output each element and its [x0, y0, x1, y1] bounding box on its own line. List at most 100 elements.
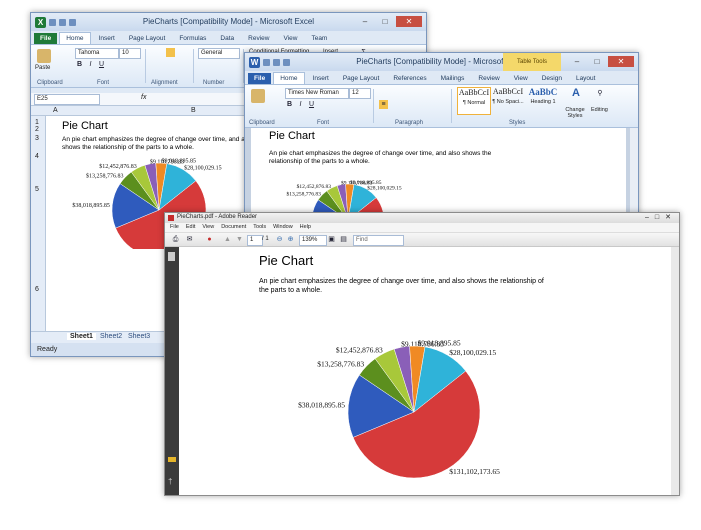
redo-icon[interactable] — [69, 18, 76, 26]
row-header[interactable]: 6 — [35, 286, 39, 293]
undo-icon[interactable] — [59, 18, 66, 26]
menu-file[interactable]: File — [170, 223, 179, 232]
fit-width-icon[interactable]: ▤ — [339, 235, 348, 244]
fit-page-icon[interactable]: ▣ — [327, 235, 336, 244]
align-left-icon[interactable]: ≡ — [379, 100, 388, 109]
bold-button[interactable]: B — [285, 100, 294, 109]
sheet-tab-2[interactable]: Sheet2 — [97, 333, 125, 340]
tab-home[interactable]: Home — [273, 72, 305, 84]
print-icon[interactable]: ⎙ — [171, 235, 180, 244]
group-font: Font — [97, 80, 110, 86]
column-header-b[interactable]: B — [191, 107, 196, 114]
row-header[interactable]: 4 — [35, 153, 39, 160]
sheet-tab-1[interactable]: Sheet1 — [67, 333, 96, 340]
menu-view[interactable]: View — [202, 223, 214, 232]
attachment-icon[interactable]: † — [168, 477, 172, 486]
close-button[interactable]: ✕ — [396, 16, 422, 27]
reader-app-icon[interactable] — [168, 215, 174, 221]
minimize-button[interactable]: – — [356, 16, 374, 27]
row-header[interactable]: 1 — [35, 119, 39, 126]
tab-file[interactable]: File — [34, 33, 58, 44]
tab-page-layout[interactable]: Page Layout — [123, 33, 172, 44]
tab-review[interactable]: Review — [242, 33, 275, 44]
redo-icon[interactable] — [283, 58, 290, 66]
menu-help[interactable]: Help — [300, 223, 311, 232]
close-button[interactable]: ✕ — [608, 56, 634, 67]
tab-references[interactable]: References — [387, 73, 432, 84]
italic-button[interactable]: I — [296, 100, 305, 109]
find-icon[interactable]: ⚲ — [594, 89, 606, 103]
tab-design[interactable]: Design — [536, 73, 568, 84]
menu-document[interactable]: Document — [221, 223, 246, 232]
column-header-a[interactable]: A — [53, 107, 58, 114]
excel-app-icon[interactable]: X — [35, 16, 46, 28]
email-icon[interactable]: ✉ — [185, 235, 194, 244]
tab-home[interactable]: Home — [59, 32, 91, 44]
wrap-text-icon[interactable] — [166, 48, 175, 57]
row-headers: 1 2 3 4 5 6 — [31, 116, 46, 331]
word-app-icon[interactable]: W — [249, 56, 260, 68]
style-heading-1[interactable]: AaBbC Heading 1 — [527, 87, 559, 113]
name-box[interactable]: E25 — [34, 94, 100, 105]
comment-icon[interactable] — [168, 457, 176, 462]
tab-insert[interactable]: Insert — [93, 33, 121, 44]
tab-mailings[interactable]: Mailings — [435, 73, 471, 84]
minimize-button[interactable]: – — [568, 56, 586, 67]
reader-menubar: File Edit View Document Tools Window Hel… — [165, 223, 679, 233]
find-input[interactable]: Find — [353, 235, 404, 246]
underline-button[interactable]: U — [307, 100, 316, 109]
style-normal[interactable]: AaBbCcI ¶ Normal — [457, 87, 491, 115]
font-size-select[interactable]: 10 — [119, 48, 141, 59]
font-name-select[interactable]: Times New Roman — [285, 88, 349, 99]
next-page-icon[interactable]: ▼ — [235, 235, 244, 244]
tab-view[interactable]: View — [277, 33, 303, 44]
sheet-tab-3[interactable]: Sheet3 — [125, 333, 153, 340]
paste-icon[interactable] — [37, 49, 51, 63]
paste-icon[interactable] — [251, 89, 265, 103]
maximize-button[interactable]: □ — [588, 56, 606, 67]
fx-icon[interactable]: fx — [141, 94, 146, 101]
window-controls[interactable]: –□✕ — [645, 213, 677, 221]
tab-insert[interactable]: Insert — [307, 73, 335, 84]
number-format-select[interactable]: General — [198, 48, 240, 59]
menu-tools[interactable]: Tools — [253, 223, 266, 232]
bold-button[interactable]: B — [75, 60, 84, 69]
tab-layout[interactable]: Layout — [570, 73, 602, 84]
italic-button[interactable]: I — [86, 60, 95, 69]
style-no-spacing[interactable]: AaBbCcI ¶ No Spaci... — [492, 87, 524, 113]
previous-page-icon[interactable]: ▲ — [223, 235, 232, 244]
zoom-in-icon[interactable]: ⊕ — [286, 235, 295, 244]
menu-window[interactable]: Window — [273, 223, 293, 232]
tab-team[interactable]: Team — [305, 33, 333, 44]
undo-icon[interactable] — [273, 58, 280, 66]
save-icon[interactable] — [49, 18, 56, 26]
tab-file[interactable]: File — [248, 73, 272, 84]
row-header[interactable]: 3 — [35, 135, 39, 142]
tab-review[interactable]: Review — [472, 73, 505, 84]
menu-edit[interactable]: Edit — [186, 223, 195, 232]
change-styles-icon[interactable]: A — [570, 88, 582, 103]
tab-data[interactable]: Data — [214, 33, 240, 44]
maximize-button[interactable]: □ — [376, 16, 394, 27]
pdf-page[interactable]: Pie Chart An pie chart emphasizes the de… — [179, 247, 671, 495]
change-styles-button[interactable]: Change Styles — [563, 107, 587, 119]
zoom-select[interactable]: 139% — [299, 235, 327, 246]
pages-icon[interactable] — [168, 252, 175, 261]
group-number: Number — [203, 80, 225, 86]
font-name-select[interactable]: Tahoma — [75, 48, 119, 59]
editing-button[interactable]: Editing — [591, 107, 608, 113]
page-number-input[interactable]: 1 — [247, 235, 263, 246]
paste-label[interactable]: Paste — [35, 65, 50, 71]
share-icon[interactable]: ● — [205, 235, 214, 244]
save-icon[interactable] — [263, 58, 270, 66]
reader-scrollbar[interactable] — [671, 247, 679, 495]
tab-page-layout[interactable]: Page Layout — [337, 73, 386, 84]
font-size-select[interactable]: 12 — [349, 88, 371, 99]
tab-formulas[interactable]: Formulas — [173, 33, 212, 44]
row-header[interactable]: 5 — [35, 186, 39, 193]
word-titlebar: W PieCharts [Compatibility Mode] - Micro… — [245, 53, 638, 71]
row-header[interactable]: 2 — [35, 126, 39, 133]
tab-view[interactable]: View — [508, 73, 534, 84]
underline-button[interactable]: U — [97, 60, 106, 69]
zoom-out-icon[interactable]: ⊖ — [275, 235, 284, 244]
